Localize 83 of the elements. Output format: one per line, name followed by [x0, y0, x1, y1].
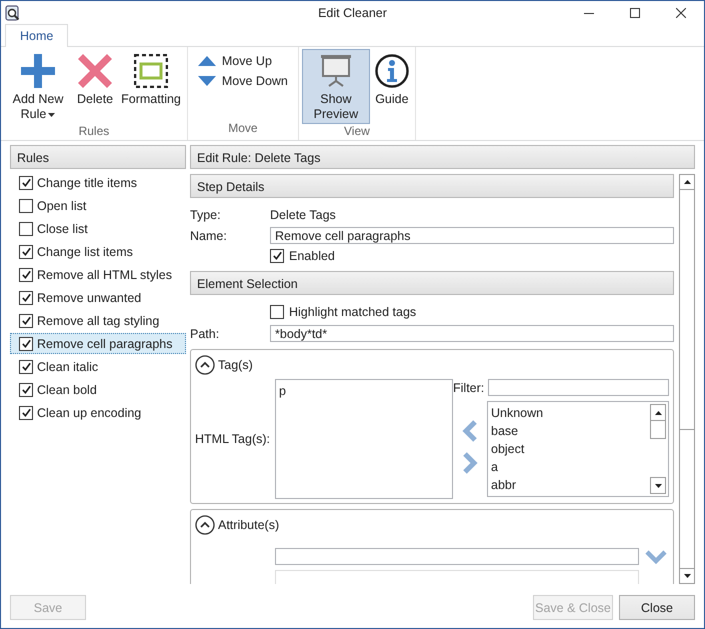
triangle-down-icon [654, 484, 662, 488]
name-field[interactable]: Remove cell paragraphs [270, 227, 674, 244]
info-icon [374, 54, 409, 88]
footer-button[interactable]: Close [619, 595, 695, 620]
checkbox[interactable] [19, 198, 33, 212]
group-title: Tag(s) [218, 358, 253, 372]
checkbox[interactable] [19, 406, 33, 420]
rule-item[interactable]: Remove cell paragraphs [10, 333, 186, 354]
rule-item[interactable]: Remove unwanted [10, 287, 186, 308]
plus-icon [21, 54, 55, 88]
collapse-icon[interactable] [195, 355, 215, 375]
field-label: Type: [190, 208, 222, 222]
section-header: Step Details [190, 174, 674, 198]
checkbox[interactable] [19, 336, 33, 350]
scroll-thumb[interactable] [650, 421, 666, 439]
ribbon-button[interactable]: Formatting [118, 49, 184, 109]
checkbox[interactable] [19, 268, 33, 282]
rule-item[interactable]: Clean bold [10, 379, 186, 400]
ribbon-button[interactable]: Guide [372, 49, 412, 109]
rule-item[interactable]: Close list [10, 218, 186, 239]
checkbox[interactable] [270, 305, 284, 319]
rule-item[interactable]: Change title items [10, 172, 186, 193]
checkbox-label: Enabled [289, 248, 335, 262]
rule-item[interactable]: Remove all tag styling [10, 310, 186, 331]
ribbon-tab[interactable]: Home [5, 24, 68, 47]
checkbox[interactable] [19, 222, 33, 236]
scroll-up-button[interactable] [650, 404, 666, 421]
rule-item[interactable]: Clean italic [10, 356, 186, 377]
close-icon[interactable] [676, 8, 686, 18]
magnifier-app-icon [5, 4, 21, 20]
group-title: Attribute(s) [218, 518, 280, 532]
rule-item[interactable]: Remove all HTML styles [10, 264, 186, 285]
list-item[interactable]: Unknown [491, 404, 650, 422]
list-item[interactable]: abbr [491, 476, 650, 494]
ribbon-button[interactable]: Show Preview [302, 49, 370, 124]
rule-item[interactable]: Clean up encoding [10, 402, 186, 423]
triangle-up-icon [198, 56, 216, 66]
frame-icon [134, 54, 168, 88]
triangle-up-icon [654, 410, 662, 414]
ribbon-button[interactable]: Add New Rule [4, 49, 72, 124]
checkbox[interactable] [19, 244, 33, 258]
scroll-down-button[interactable] [650, 477, 666, 494]
panel-header: Rules [10, 145, 186, 169]
triangle-down-icon[interactable] [684, 574, 690, 578]
group-label: Move [228, 121, 258, 135]
checkbox[interactable] [19, 176, 33, 190]
group-label: Rules [78, 124, 110, 138]
field-label: Name: [190, 228, 228, 242]
checkbox-label: Highlight matched tags [289, 305, 416, 319]
list-item[interactable]: object [491, 440, 650, 458]
maximize-icon[interactable] [630, 8, 640, 18]
checkbox[interactable] [270, 248, 284, 262]
group-label: View [344, 124, 370, 138]
rule-item[interactable]: Open list [10, 195, 186, 216]
rule-item[interactable]: Change list items [10, 241, 186, 262]
type-value: Delete Tags [270, 208, 336, 222]
section-header: Element Selection [190, 271, 674, 295]
checkbox[interactable] [19, 290, 33, 304]
list-item[interactable]: base [491, 422, 650, 440]
list-item[interactable]: p [279, 384, 449, 398]
panel-header: Edit Rule: Delete Tags [190, 145, 695, 169]
available-tags-list[interactable]: Unknown base object a abbr [487, 401, 669, 497]
filter-field[interactable] [488, 379, 669, 396]
ribbon-button[interactable]: Delete [74, 49, 116, 109]
checkbox[interactable] [19, 314, 33, 328]
checkbox[interactable] [19, 382, 33, 396]
path-field[interactable]: *body*td* [270, 325, 674, 342]
projector-screen-icon [318, 54, 353, 88]
attribute-field[interactable] [275, 548, 639, 565]
collapse-icon[interactable] [195, 515, 215, 535]
ribbon-button[interactable]: Move Down [196, 71, 289, 91]
triangle-down-icon [198, 76, 216, 86]
field-label: Filter: [453, 380, 484, 394]
field-label: Path: [190, 326, 220, 340]
checkbox[interactable] [19, 360, 33, 374]
cross-icon [78, 54, 112, 88]
ribbon-button[interactable]: Move Up [196, 51, 273, 71]
list-item[interactable]: a [491, 458, 650, 476]
field-label: HTML Tag(s): [195, 432, 270, 446]
scrollbar[interactable] [679, 174, 695, 584]
window-title: Edit Cleaner [318, 6, 387, 20]
triangle-up-icon[interactable] [684, 180, 690, 184]
tag-list[interactable]: p [275, 379, 453, 499]
